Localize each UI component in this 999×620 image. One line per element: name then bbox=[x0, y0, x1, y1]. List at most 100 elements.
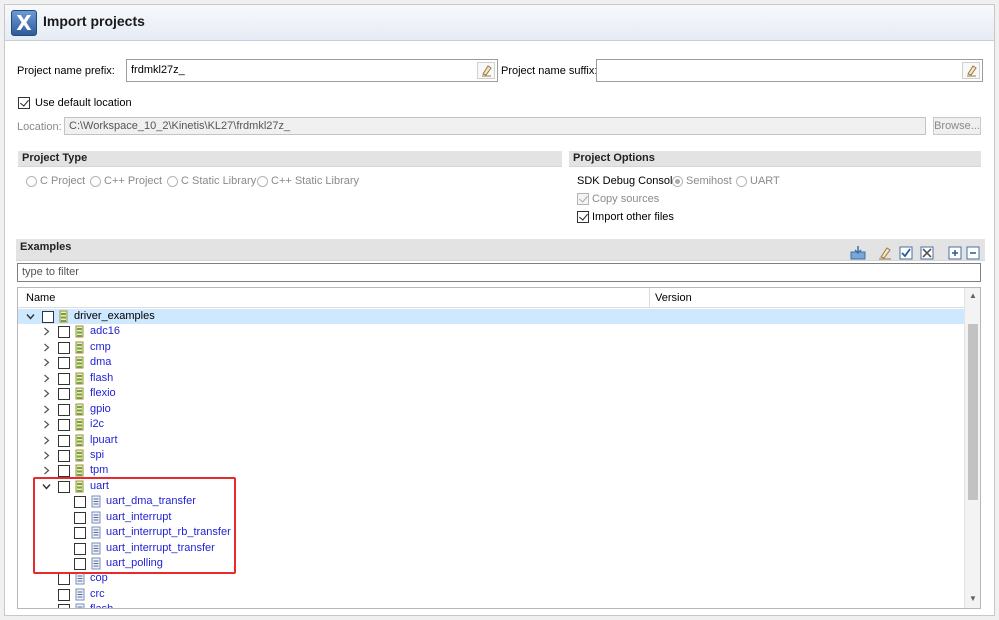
tree-row-label: spi bbox=[90, 448, 105, 461]
chevron-right-icon[interactable] bbox=[42, 451, 51, 460]
scroll-up-icon[interactable]: ▲ bbox=[968, 291, 978, 301]
radio-cpp-static-library[interactable] bbox=[257, 176, 268, 187]
tree-row-checkbox[interactable] bbox=[58, 449, 70, 462]
folder-icon bbox=[74, 372, 86, 385]
suffix-input[interactable] bbox=[596, 59, 983, 82]
select-all-icon[interactable] bbox=[898, 245, 914, 261]
tree-row-checkbox[interactable] bbox=[58, 388, 70, 401]
expand-all-icon[interactable] bbox=[947, 245, 963, 261]
tree-row-checkbox[interactable] bbox=[74, 542, 86, 555]
tree-row-checkbox[interactable] bbox=[58, 465, 70, 478]
tree-row[interactable]: gpio bbox=[18, 402, 964, 417]
import-other-files-checkbox[interactable] bbox=[577, 211, 589, 223]
tree-row-label: uart_interrupt bbox=[106, 510, 172, 523]
tree-row[interactable]: flash bbox=[18, 371, 964, 386]
location-input: C:\Workspace_10_2\Kinetis\KL27\frdmkl27z… bbox=[64, 117, 926, 135]
filter-field[interactable] bbox=[17, 263, 981, 282]
project-icon bbox=[90, 542, 102, 555]
tree-row[interactable]: cmp bbox=[18, 340, 964, 355]
radio-semihost[interactable] bbox=[672, 176, 683, 187]
tree-row-checkbox[interactable] bbox=[58, 588, 70, 601]
chevron-down-icon[interactable] bbox=[26, 312, 35, 321]
tree-scrollbar[interactable]: ▲ ▼ bbox=[964, 288, 980, 608]
chevron-right-icon[interactable] bbox=[42, 466, 51, 475]
tree-row-label: flash bbox=[90, 603, 113, 608]
tree-row-checkbox[interactable] bbox=[74, 558, 86, 570]
project-options-title: Project Options bbox=[573, 152, 655, 164]
tree-row[interactable]: cop bbox=[18, 571, 964, 586]
scroll-thumb[interactable] bbox=[968, 324, 978, 500]
tree-row[interactable]: adc16 bbox=[18, 324, 964, 339]
copy-sources-checkbox[interactable] bbox=[577, 193, 589, 205]
tree-row[interactable]: uart_interrupt bbox=[18, 510, 964, 525]
tree-row-checkbox[interactable] bbox=[58, 573, 70, 586]
x-logo-icon: X bbox=[11, 10, 37, 36]
clear-filter-icon[interactable] bbox=[877, 245, 893, 261]
tree-row-label: adc16 bbox=[90, 325, 120, 338]
radio-cpp-project[interactable] bbox=[90, 176, 101, 187]
prefix-value: frdmkl27z_ bbox=[131, 64, 185, 76]
tree-row-checkbox[interactable] bbox=[74, 496, 86, 509]
tree-row-checkbox[interactable] bbox=[74, 527, 86, 540]
folder-icon bbox=[58, 310, 70, 323]
folder-icon bbox=[74, 480, 86, 493]
tree-row-checkbox[interactable] bbox=[58, 326, 70, 339]
tree-row-checkbox[interactable] bbox=[58, 341, 70, 354]
tree-row-checkbox[interactable] bbox=[58, 419, 70, 432]
tree-row[interactable]: lpuart bbox=[18, 433, 964, 448]
project-icon bbox=[74, 588, 86, 601]
prefix-input[interactable]: frdmkl27z_ bbox=[126, 59, 498, 82]
tree-row[interactable]: spi bbox=[18, 448, 964, 463]
chevron-right-icon[interactable] bbox=[42, 374, 51, 383]
tree-row[interactable]: tpm bbox=[18, 463, 964, 478]
chevron-right-icon[interactable] bbox=[42, 405, 51, 414]
tree-row[interactable]: dma bbox=[18, 355, 964, 370]
tree-row-checkbox[interactable] bbox=[58, 403, 70, 416]
chevron-right-icon[interactable] bbox=[42, 420, 51, 429]
tree-row-checkbox[interactable] bbox=[58, 604, 70, 608]
tree-row[interactable]: uart_dma_transfer bbox=[18, 494, 964, 509]
radio-c-static-library-label: C Static Library bbox=[181, 175, 257, 187]
scroll-down-icon[interactable]: ▼ bbox=[968, 594, 978, 604]
clear-suffix-icon[interactable] bbox=[962, 62, 980, 79]
chevron-right-icon[interactable] bbox=[42, 343, 51, 352]
import-archive-icon[interactable] bbox=[850, 245, 866, 261]
tree-row[interactable]: i2c bbox=[18, 417, 964, 432]
browse-button[interactable]: Browse... bbox=[933, 117, 981, 135]
column-version[interactable]: Version bbox=[655, 292, 692, 304]
tree-row-checkbox[interactable] bbox=[42, 311, 54, 323]
tree-row[interactable]: driver_examples bbox=[18, 309, 964, 325]
filter-input[interactable] bbox=[22, 266, 962, 278]
clear-prefix-icon[interactable] bbox=[477, 62, 495, 79]
radio-c-static-library[interactable] bbox=[167, 176, 178, 187]
folder-icon bbox=[74, 449, 86, 462]
tree-row-checkbox[interactable] bbox=[58, 357, 70, 370]
chevron-down-icon[interactable] bbox=[42, 482, 51, 491]
radio-uart[interactable] bbox=[736, 176, 747, 187]
chevron-right-icon[interactable] bbox=[42, 358, 51, 367]
tree-row[interactable]: uart_interrupt_transfer bbox=[18, 541, 964, 556]
use-default-location-checkbox[interactable] bbox=[18, 97, 30, 109]
tree-row[interactable]: uart_interrupt_rb_transfer bbox=[18, 525, 964, 540]
tree-row[interactable]: crc bbox=[18, 587, 964, 602]
collapse-all-icon[interactable] bbox=[965, 245, 981, 261]
tree-row-checkbox[interactable] bbox=[58, 372, 70, 385]
tree-row-checkbox[interactable] bbox=[74, 511, 86, 524]
tree-row[interactable]: flexio bbox=[18, 386, 964, 401]
deselect-all-icon[interactable] bbox=[919, 245, 935, 261]
tree-row-checkbox[interactable] bbox=[58, 434, 70, 447]
prefix-label: Project name prefix: bbox=[17, 65, 115, 77]
column-name[interactable]: Name bbox=[26, 292, 55, 304]
radio-c-project[interactable] bbox=[26, 176, 37, 187]
project-type-title: Project Type bbox=[22, 152, 88, 164]
radio-c-project-label: C Project bbox=[40, 175, 86, 187]
tree-row[interactable]: flash bbox=[18, 602, 964, 608]
chevron-right-icon[interactable] bbox=[42, 327, 51, 336]
tree-row[interactable]: uart_polling bbox=[18, 556, 964, 571]
chevron-right-icon[interactable] bbox=[42, 436, 51, 445]
examples-header: Examples bbox=[16, 239, 985, 261]
chevron-right-icon[interactable] bbox=[42, 389, 51, 398]
column-divider[interactable] bbox=[649, 288, 650, 308]
tree-row[interactable]: uart bbox=[18, 479, 964, 494]
tree-row-checkbox[interactable] bbox=[58, 480, 70, 493]
